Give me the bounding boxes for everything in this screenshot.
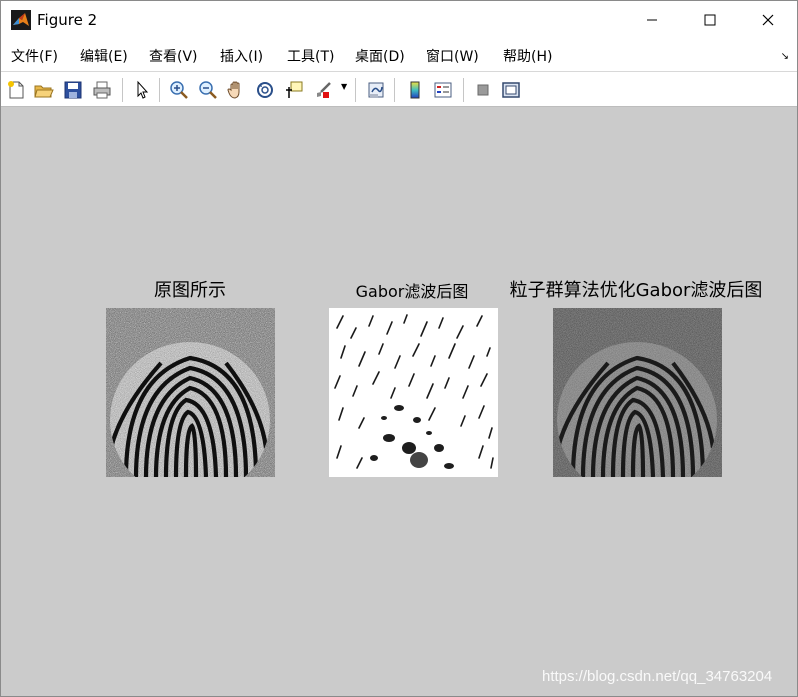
toolbar-separator <box>394 78 395 102</box>
open-file-button[interactable] <box>32 78 56 102</box>
close-icon <box>762 14 774 26</box>
save-button[interactable] <box>61 78 85 102</box>
new-figure-icon <box>8 81 24 99</box>
menu-view[interactable]: 查看(V) <box>149 46 198 66</box>
menu-help[interactable]: 帮助(H) <box>503 46 552 66</box>
toolbar-separator <box>122 78 123 102</box>
figure-canvas: 原图所示 Gabor滤波后图 粒子群算法优化Gabor滤波后图 https://… <box>1 107 797 696</box>
panel-3-title: 粒子群算法优化Gabor滤波后图 <box>509 280 763 301</box>
toolbar-separator <box>355 78 356 102</box>
menu-window[interactable]: 窗口(W) <box>426 46 479 66</box>
toolbar-separator <box>159 78 160 102</box>
data-cursor-icon <box>286 81 303 98</box>
menu-overflow-arrow-icon[interactable]: ↘ <box>781 51 789 62</box>
minimize-icon <box>647 19 657 21</box>
window-title: Figure 2 <box>37 11 98 29</box>
data-cursor-button[interactable] <box>282 78 306 102</box>
menu-desktop[interactable]: 桌面(D) <box>355 46 405 66</box>
brush-button[interactable] <box>311 78 335 102</box>
matlab-logo-icon <box>11 10 31 30</box>
menu-bar: 文件(F) 编辑(E) 查看(V) 插入(I) 工具(T) 桌面(D) 窗口(W… <box>1 39 797 71</box>
figure-window: Figure 2 文件(F) 编辑(E) 查看(V) 插入(I) 工具(T) 桌… <box>0 0 798 697</box>
show-plot-tools-button[interactable] <box>499 78 523 102</box>
rotate-3d-button[interactable] <box>253 78 277 102</box>
pan-hand-icon <box>227 81 240 99</box>
pan-button[interactable] <box>224 78 248 102</box>
edit-plot-button[interactable] <box>130 78 154 102</box>
zoom-in-icon <box>170 81 188 99</box>
link-plot-button[interactable] <box>364 78 388 102</box>
rotate-3d-icon <box>257 82 273 98</box>
panel-2-title: Gabor滤波后图 <box>355 282 469 301</box>
title-bar: Figure 2 <box>1 1 797 39</box>
open-file-icon <box>34 85 54 98</box>
print-icon <box>93 81 111 99</box>
link-plot-icon <box>368 82 384 98</box>
maximize-icon <box>704 14 716 26</box>
maximize-button[interactable] <box>681 1 739 39</box>
print-button[interactable] <box>90 78 114 102</box>
colorbar-icon <box>410 81 420 99</box>
minimize-button[interactable] <box>623 1 681 39</box>
menu-tools[interactable]: 工具(T) <box>287 46 334 66</box>
hide-plot-tools-button[interactable] <box>471 78 495 102</box>
colorbar-button[interactable] <box>403 78 427 102</box>
panel-1-title: 原图所示 <box>154 280 226 301</box>
hide-plot-tools-icon <box>477 84 489 96</box>
show-plot-tools-icon <box>502 82 520 98</box>
menu-file[interactable]: 文件(F) <box>11 46 58 66</box>
menu-insert[interactable]: 插入(I) <box>220 46 263 66</box>
zoom-in-button[interactable] <box>167 78 191 102</box>
menu-edit[interactable]: 编辑(E) <box>80 46 128 66</box>
zoom-out-button[interactable] <box>196 78 220 102</box>
new-figure-button[interactable] <box>4 78 28 102</box>
legend-button[interactable] <box>431 78 455 102</box>
toolbar-separator <box>463 78 464 102</box>
legend-icon <box>434 82 452 98</box>
save-icon <box>64 81 82 99</box>
brush-icon <box>317 82 331 98</box>
brush-dropdown-arrow-icon[interactable]: ▼ <box>341 82 347 91</box>
panel-1-image <box>106 308 275 478</box>
figure-toolbar: ▼ <box>1 71 797 107</box>
watermark-url: https://blog.csdn.net/qq_34763204 <box>542 668 773 685</box>
panel-3-image <box>553 308 722 478</box>
edit-plot-pointer-icon <box>137 80 149 99</box>
close-button[interactable] <box>739 1 797 39</box>
zoom-out-icon <box>199 81 217 99</box>
panel-2-image <box>329 308 498 477</box>
